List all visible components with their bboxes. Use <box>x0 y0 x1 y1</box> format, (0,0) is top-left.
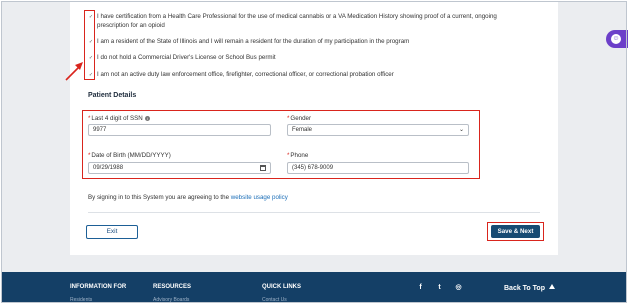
chevron-down-icon[interactable]: ⌄ <box>459 125 464 135</box>
calendar-icon[interactable] <box>260 165 266 171</box>
certification-text: I am not an active duty law enforcement … <box>97 71 394 78</box>
instagram-icon[interactable]: ◎ <box>454 283 463 292</box>
website-usage-policy-link[interactable]: website usage policy <box>231 194 288 201</box>
info-icon[interactable]: i <box>144 115 150 121</box>
gender-value: Female <box>292 127 313 133</box>
certification-row-cdl[interactable]: ✓ I do not hold a Commercial Driver's Li… <box>88 54 276 63</box>
accessibility-icon: ☺ <box>611 34 621 44</box>
ssn-label-text: Last 4 digit of SSN <box>91 115 143 122</box>
divider <box>88 212 540 213</box>
certification-row-law-enforcement[interactable]: ✓ I am not an active duty law enforcemen… <box>88 71 394 80</box>
checkbox-highlight-box <box>84 10 95 80</box>
footer-heading-information: INFORMATION FOR <box>70 284 127 290</box>
back-to-top-label: Back To Top <box>504 285 545 292</box>
certification-text: I am a resident of the State of Illinois… <box>97 38 410 45</box>
certification-text-cont: prescription for an opioid <box>97 21 165 29</box>
certification-row-healthcare[interactable]: ✓ I have certification from a Health Car… <box>88 13 497 30</box>
agreement-text: By signing in to this System you are agr… <box>88 194 231 201</box>
gender-select[interactable]: Female ⌄ <box>287 124 469 136</box>
section-title-patient-details: Patient Details <box>88 92 137 99</box>
accessibility-widget[interactable]: ☺ <box>606 30 628 48</box>
certification-row-resident[interactable]: ✓ I am a resident of the State of Illino… <box>88 38 409 47</box>
phone-label-text: Phone <box>290 152 309 159</box>
dob-label: *Date of Birth (MM/DD/YYYY) <box>88 152 171 159</box>
certification-text: I have certification from a Health Care … <box>97 13 497 20</box>
exit-button[interactable]: Exit <box>86 225 138 239</box>
facebook-icon[interactable]: f <box>416 283 425 292</box>
twitter-icon[interactable]: t <box>435 283 444 292</box>
footer-heading-resources: RESOURCES <box>153 284 192 290</box>
annotation-arrow-icon <box>65 62 83 81</box>
certification-text: I do not hold a Commercial Driver's Lice… <box>97 54 276 61</box>
footer-link-contact-us[interactable]: Contact Us <box>262 297 287 303</box>
arrow-up-icon <box>548 284 555 289</box>
gender-label-text: Gender <box>290 115 312 122</box>
footer-link-advisory-boards[interactable]: Advisory Boards <box>153 297 189 303</box>
footer-link-residents[interactable]: Residents <box>70 297 92 303</box>
gender-label: *Gender <box>287 115 311 122</box>
ssn-input[interactable]: 9977 <box>88 124 271 136</box>
site-footer: INFORMATION FOR Residents RESOURCES Advi… <box>2 272 626 303</box>
phone-input[interactable]: (345) 678-9009 <box>287 162 469 174</box>
footer-heading-quick-links: QUICK LINKS <box>262 284 301 290</box>
dob-label-text: Date of Birth (MM/DD/YYYY) <box>91 152 171 159</box>
dob-input[interactable]: 09/29/1988 <box>88 162 271 174</box>
usage-agreement: By signing in to this System you are agr… <box>88 194 288 201</box>
save-next-button[interactable]: Save & Next <box>491 225 540 238</box>
dob-value: 09/29/1988 <box>93 165 124 171</box>
back-to-top-link[interactable]: Back To Top <box>504 284 555 292</box>
phone-label: *Phone <box>287 152 308 159</box>
ssn-label: *Last 4 digit of SSN i <box>88 115 150 122</box>
